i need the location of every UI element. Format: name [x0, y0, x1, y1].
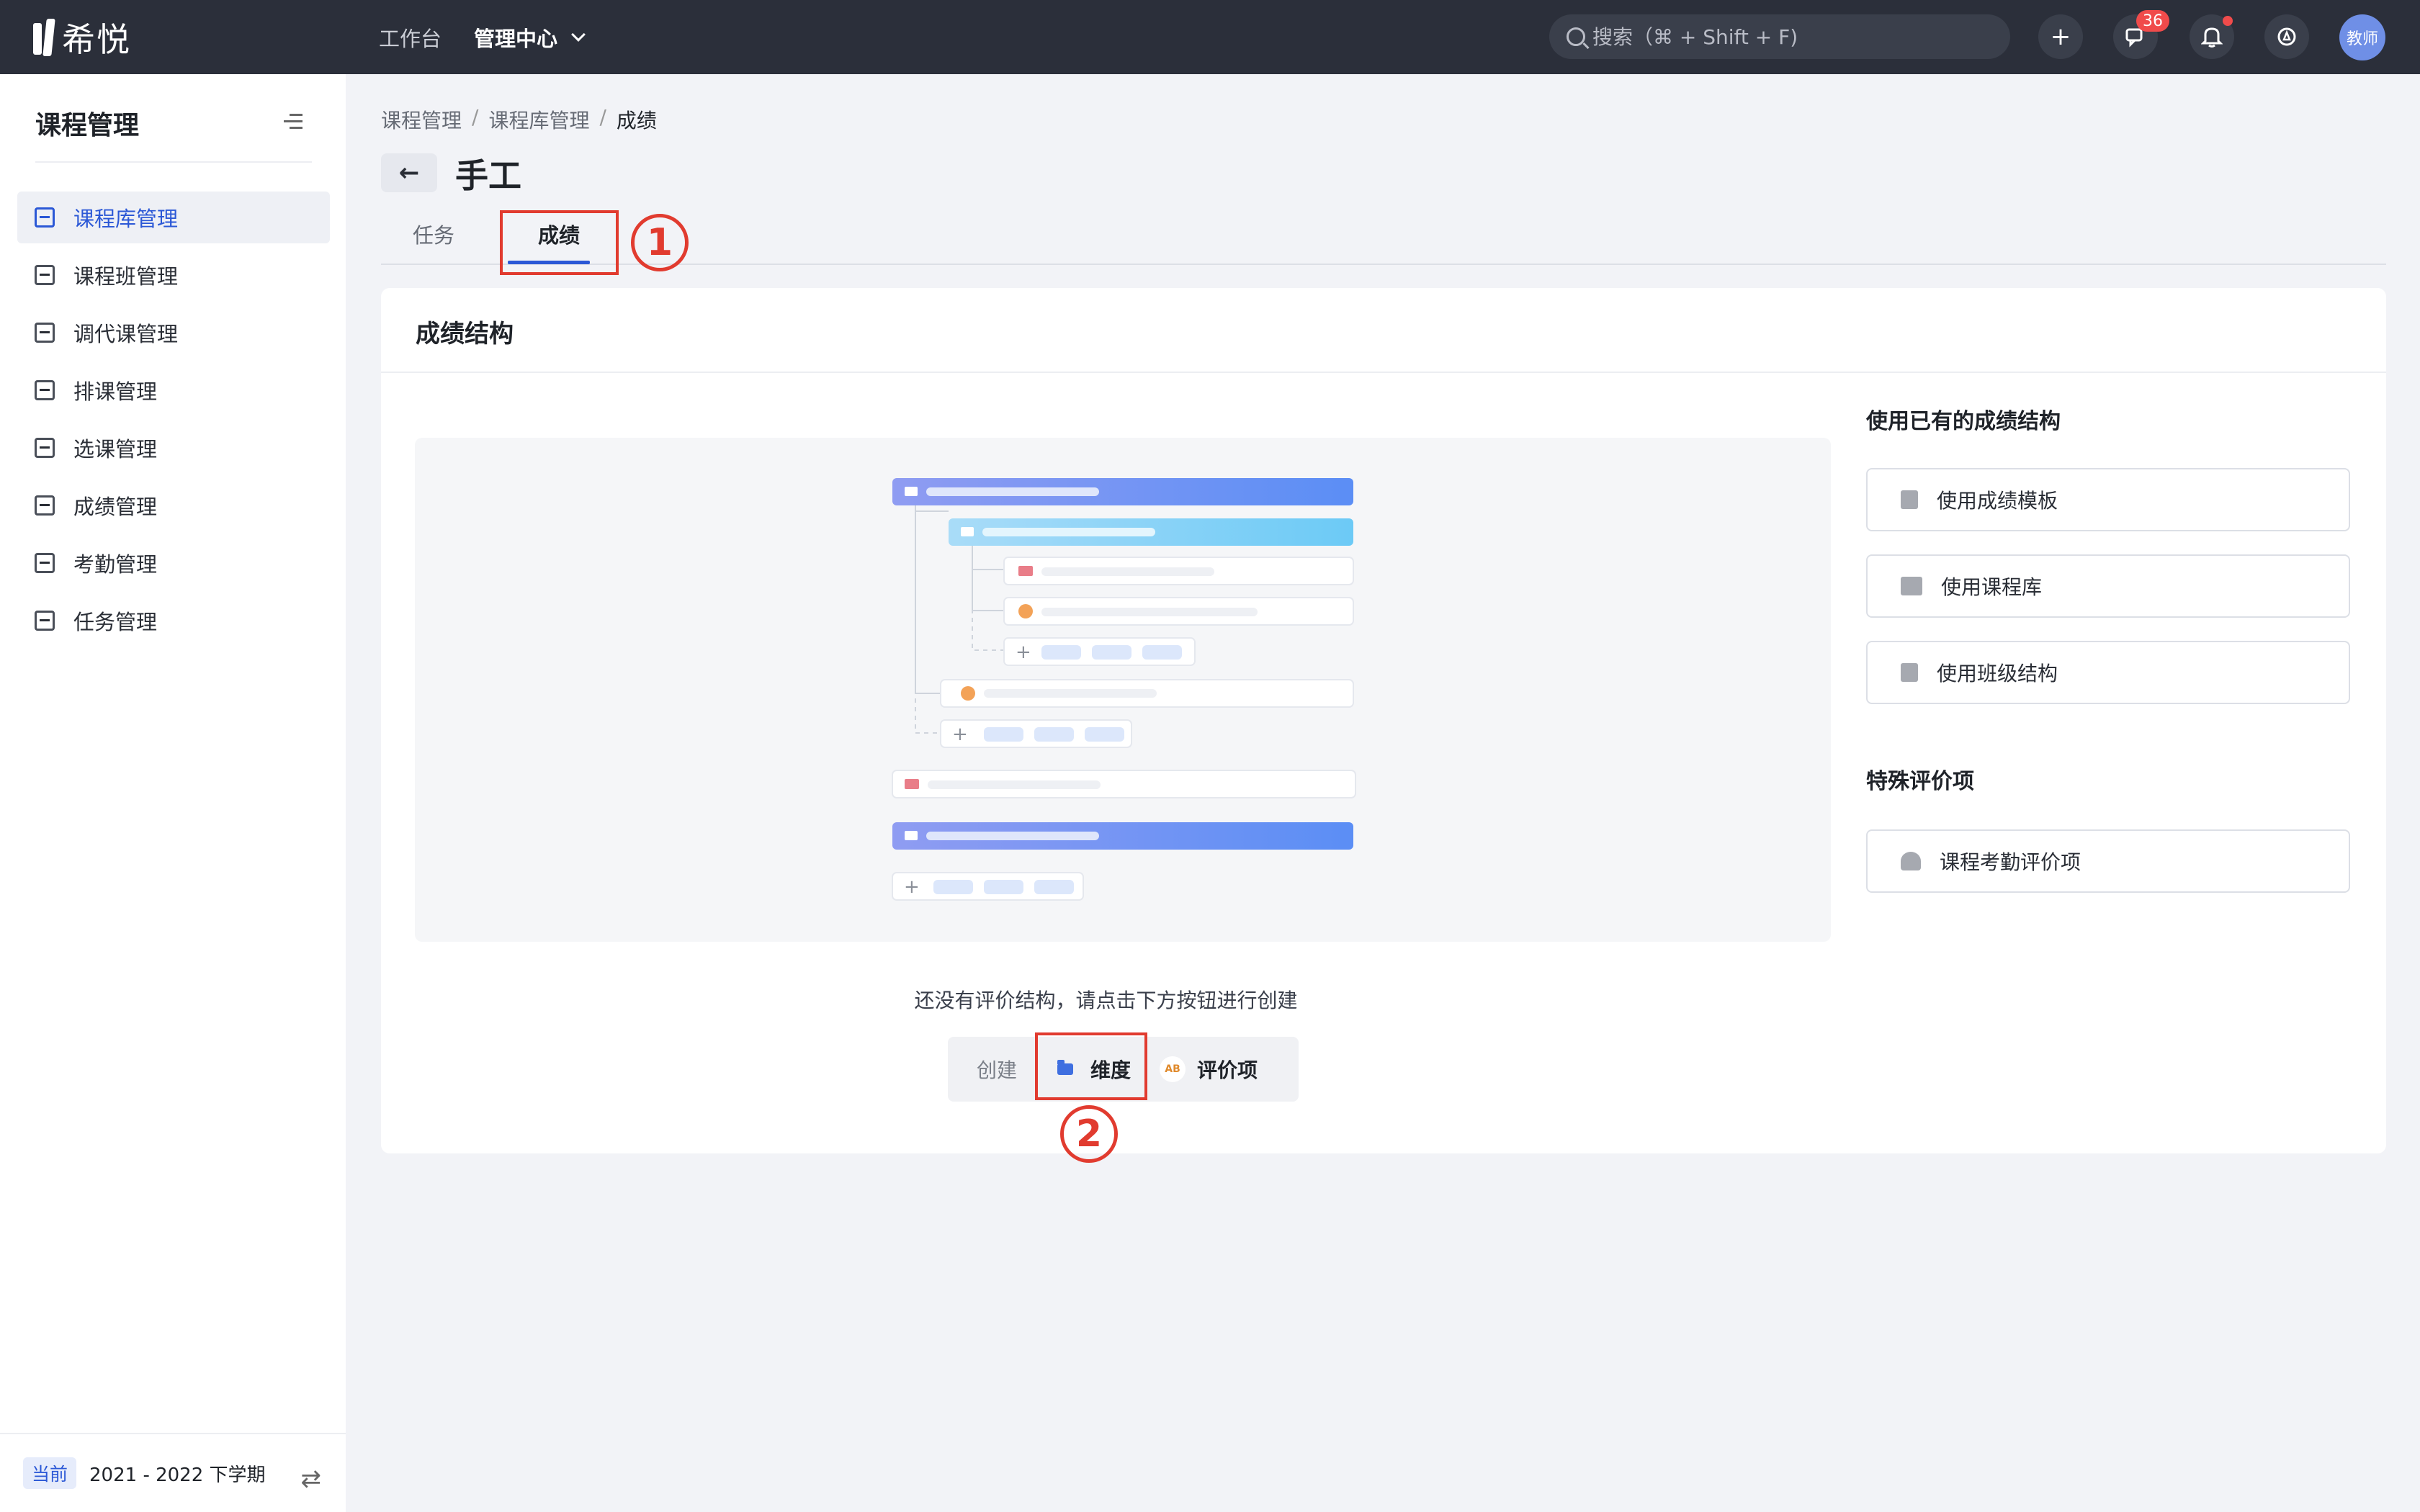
term-selector[interactable]: 当前 2021 - 2022 下学期 ⇄	[0, 1433, 346, 1512]
sidebar-item-label: 调代课管理	[73, 322, 179, 346]
sidebar-item-label: 成绩管理	[73, 495, 158, 519]
sidebar-divider	[35, 161, 312, 163]
sidebar: 课程管理 课程库管理 课程班管理 调代课管理 排课管理 选课管理 成绩管理 考勤…	[0, 74, 346, 1512]
nav-workbench[interactable]: 工作台	[379, 0, 442, 74]
class-icon	[35, 265, 55, 285]
use-grade-template-button[interactable]: 使用成绩模板	[1866, 468, 2350, 531]
sidebar-item-grades[interactable]: 成绩管理	[17, 480, 330, 531]
plus-icon: +	[2050, 22, 2071, 51]
current-term-tag: 当前	[23, 1457, 77, 1489]
course-attendance-item-label: 课程考勤评价项	[1940, 850, 2081, 874]
checkbox-icon	[35, 438, 55, 458]
add-button[interactable]: +	[2038, 14, 2083, 59]
notification-dot	[2223, 16, 2233, 26]
use-class-structure-button[interactable]: 使用班级结构	[1866, 641, 2350, 704]
use-grade-template-label: 使用成绩模板	[1937, 489, 2058, 513]
notifications-button[interactable]	[2190, 14, 2234, 59]
create-evaluation-item-label: 评价项	[1197, 1058, 1258, 1082]
annotation-number-1: 1	[631, 214, 689, 271]
arrow-left-icon: ←	[398, 158, 420, 187]
user-check-icon	[1901, 852, 1921, 870]
sidebar-item-label: 选课管理	[73, 437, 158, 462]
sidebar-item-tasks[interactable]: 任务管理	[17, 595, 330, 647]
create-label: 创建	[977, 1058, 1018, 1082]
annotation-number-2: 2	[1060, 1105, 1118, 1163]
annotation-highlight-dimension	[1035, 1032, 1147, 1100]
svg-text:+: +	[952, 724, 968, 745]
sidebar-item-label: 课程班管理	[73, 264, 179, 289]
nav-admin-label: 管理中心	[474, 26, 558, 51]
create-evaluation-item-button[interactable]: AB 评价项	[1160, 1055, 1258, 1084]
structure-tree-illustration: + + +	[892, 478, 1356, 901]
card-header: 成绩结构	[381, 288, 2386, 373]
page-title: 手工	[455, 156, 521, 195]
substitute-icon	[35, 323, 55, 343]
empty-structure-message: 还没有评价结构，请点击下方按钮进行创建	[914, 989, 1298, 1012]
messages-button[interactable]: 36	[2113, 10, 2169, 59]
app-logo[interactable]: 希悦	[33, 17, 131, 59]
breadcrumb-separator: /	[599, 105, 606, 129]
sidebar-item-label: 课程库管理	[73, 207, 179, 231]
calendar-check-icon	[35, 553, 55, 573]
ab-check-icon: AB	[1160, 1056, 1186, 1082]
breadcrumb-item[interactable]: 课程管理	[381, 105, 462, 134]
svg-text:+: +	[1016, 642, 1031, 663]
annotation-highlight-tab	[500, 210, 619, 275]
tab-tasks[interactable]: 任务	[413, 219, 454, 249]
course-attendance-item-button[interactable]: 课程考勤评价项	[1866, 829, 2350, 893]
use-class-structure-label: 使用班级结构	[1937, 662, 2058, 685]
grade-structure-card: 成绩结构 + + + 还没有评价结构，请点击下方按钮进行创建 创建 维度 AB …	[381, 288, 2386, 1153]
search-box[interactable]	[1549, 14, 2010, 59]
search-input[interactable]	[1592, 24, 1981, 49]
task-list-icon	[35, 611, 55, 631]
schedule-icon	[35, 380, 55, 400]
sidebar-item-course-library[interactable]: 课程库管理	[17, 192, 330, 243]
card-title: 成绩结构	[416, 320, 514, 348]
svg-text:+: +	[904, 876, 920, 898]
sidebar-item-substitute[interactable]: 调代课管理	[17, 307, 330, 359]
sidebar-title: 课程管理	[35, 111, 140, 140]
message-count-badge: 36	[2136, 10, 2169, 32]
structure-illustration: + + +	[415, 438, 1831, 942]
bell-icon	[2201, 27, 2223, 48]
breadcrumb-current: 成绩	[616, 109, 657, 132]
logo-mark-icon	[33, 19, 55, 56]
sidebar-item-label: 考勤管理	[73, 552, 158, 577]
app-switch-button[interactable]	[2264, 14, 2309, 59]
document-icon	[1901, 490, 1918, 509]
sidebar-item-label: 任务管理	[73, 610, 158, 634]
current-term-text: 2021 - 2022 下学期	[89, 1464, 266, 1486]
book-icon	[1901, 577, 1922, 595]
collapse-sidebar-icon[interactable]	[284, 114, 302, 130]
sidebar-item-course-selection[interactable]: 选课管理	[17, 422, 330, 474]
top-bar: 希悦 工作台 管理中心 + 36 教师	[0, 0, 2420, 74]
use-course-library-label: 使用课程库	[1941, 575, 2043, 599]
use-course-library-button[interactable]: 使用课程库	[1866, 554, 2350, 618]
swap-icon[interactable]: ⇄	[301, 1464, 322, 1493]
logo-text: 希悦	[62, 20, 131, 59]
back-button[interactable]: ←	[381, 153, 437, 192]
grade-file-icon	[35, 495, 55, 516]
search-icon	[1567, 27, 1585, 46]
breadcrumb-item[interactable]: 课程库管理	[488, 105, 589, 134]
database-icon	[35, 207, 55, 228]
user-avatar[interactable]: 教师	[2339, 14, 2385, 60]
compass-icon	[2277, 27, 2296, 46]
copy-icon	[1901, 663, 1918, 682]
breadcrumb-separator: /	[472, 105, 479, 129]
sidebar-item-label: 排课管理	[73, 379, 158, 404]
nav-admin-center[interactable]: 管理中心	[474, 0, 586, 74]
breadcrumb: 课程管理 / 课程库管理 / 成绩	[381, 105, 657, 134]
sidebar-item-attendance[interactable]: 考勤管理	[17, 537, 330, 589]
sidebar-item-course-class[interactable]: 课程班管理	[17, 249, 330, 301]
existing-structure-title: 使用已有的成绩结构	[1866, 409, 2061, 434]
sidebar-item-scheduling[interactable]: 排课管理	[17, 364, 330, 416]
chevron-down-icon	[571, 27, 586, 42]
special-items-title: 特殊评价项	[1866, 769, 1974, 794]
